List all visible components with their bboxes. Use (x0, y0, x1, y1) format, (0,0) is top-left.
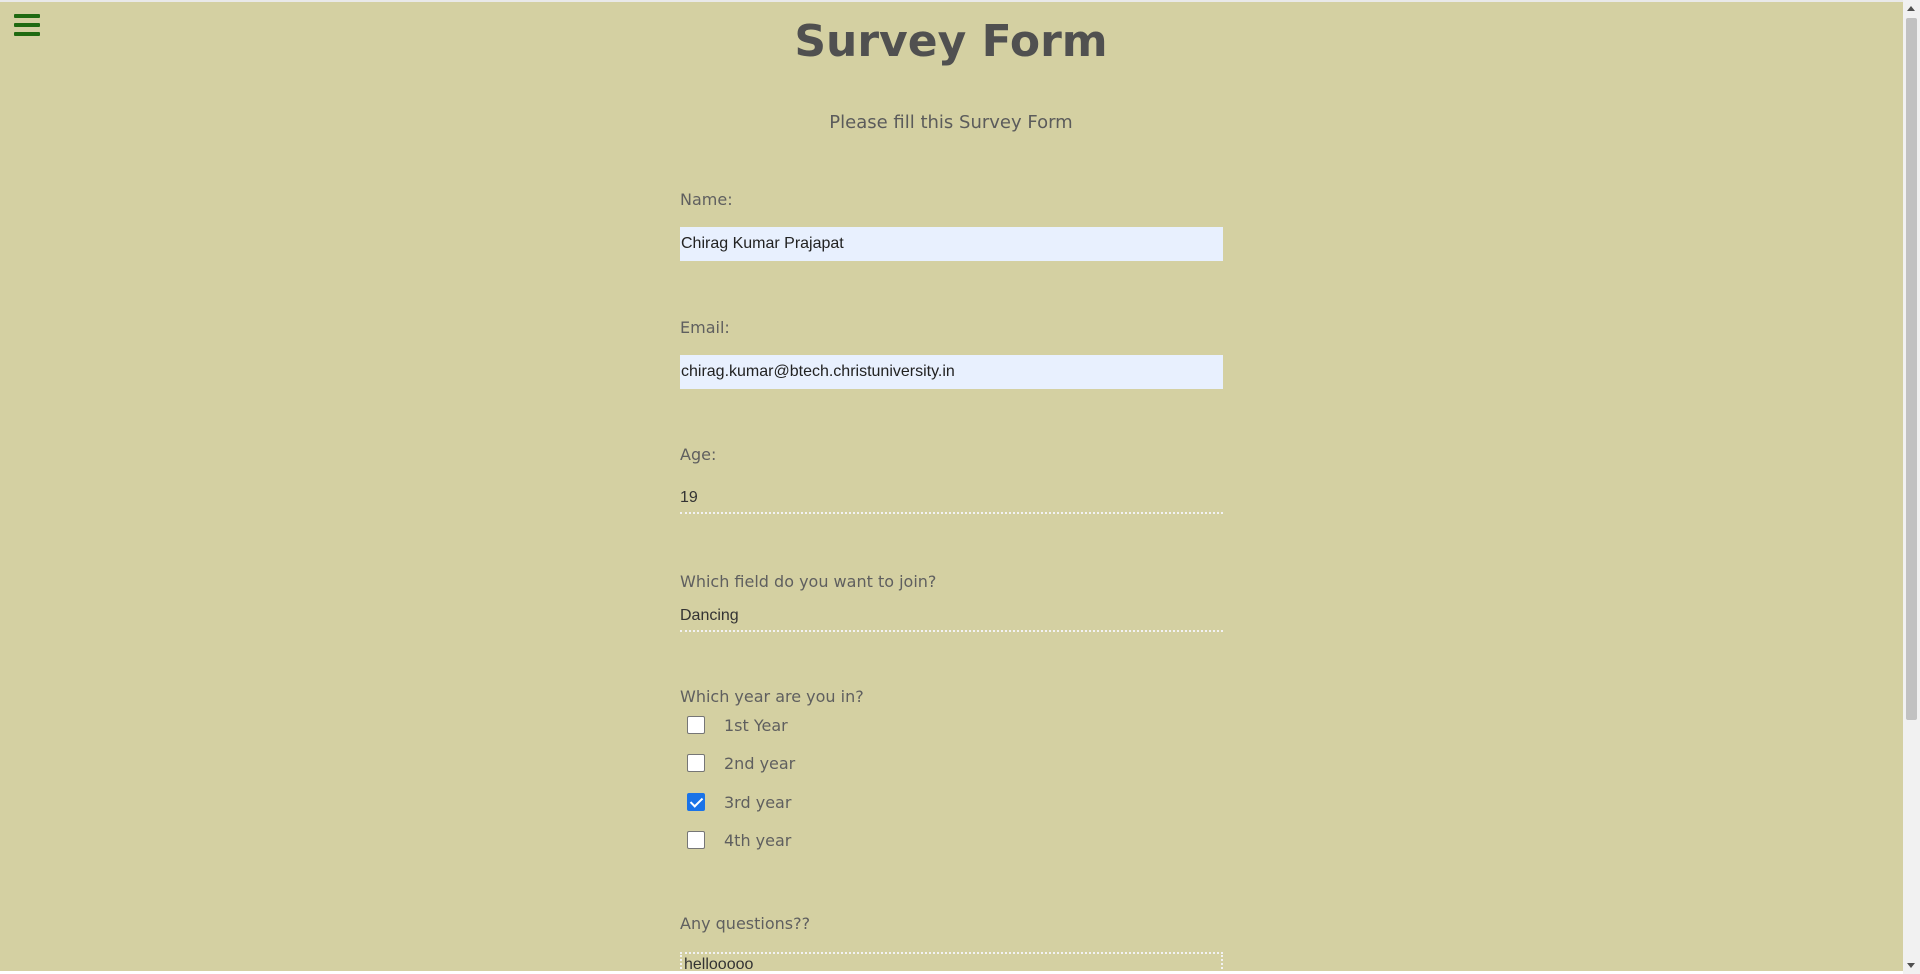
year-1-checkbox[interactable] (687, 716, 705, 734)
year-2-checkbox[interactable] (687, 754, 705, 772)
questions-label: Any questions?? (680, 914, 811, 933)
year-2-label: 2nd year (724, 753, 796, 773)
page-title: Survey Form (794, 16, 1108, 67)
name-label: Name: (680, 190, 733, 209)
year-option-3[interactable]: 3rd year (687, 790, 791, 814)
year-3-label: 3rd year (724, 792, 792, 812)
year-option-2[interactable]: 2nd year (687, 751, 795, 775)
year-4-checkbox[interactable] (687, 831, 705, 849)
page-subtitle: Please fill this Survey Form (829, 112, 1073, 133)
vertical-scrollbar[interactable] (1903, 0, 1920, 974)
scrollbar-thumb[interactable] (1906, 18, 1917, 720)
age-label: Age: (680, 445, 717, 464)
age-input[interactable]: 19 (680, 484, 1223, 514)
year-option-1[interactable]: 1st Year (687, 713, 788, 737)
year-1-label: 1st Year (724, 715, 788, 735)
scroll-down-arrow-icon[interactable] (1907, 963, 1915, 968)
year-3-checkbox[interactable] (687, 793, 705, 811)
year-option-4[interactable]: 4th year (687, 828, 791, 852)
top-border (0, 0, 1920, 2)
field-label: Which field do you want to join? (680, 572, 937, 591)
year-4-label: 4th year (724, 830, 792, 850)
email-label: Email: (680, 318, 730, 337)
year-label: Which year are you in? (680, 687, 864, 706)
field-select[interactable]: Dancing (680, 602, 1223, 632)
scroll-up-arrow-icon[interactable] (1907, 6, 1915, 11)
email-input[interactable]: chirag.kumar@btech.christuniversity.in (680, 355, 1223, 389)
name-input[interactable]: Chirag Kumar Prajapat (680, 227, 1223, 261)
